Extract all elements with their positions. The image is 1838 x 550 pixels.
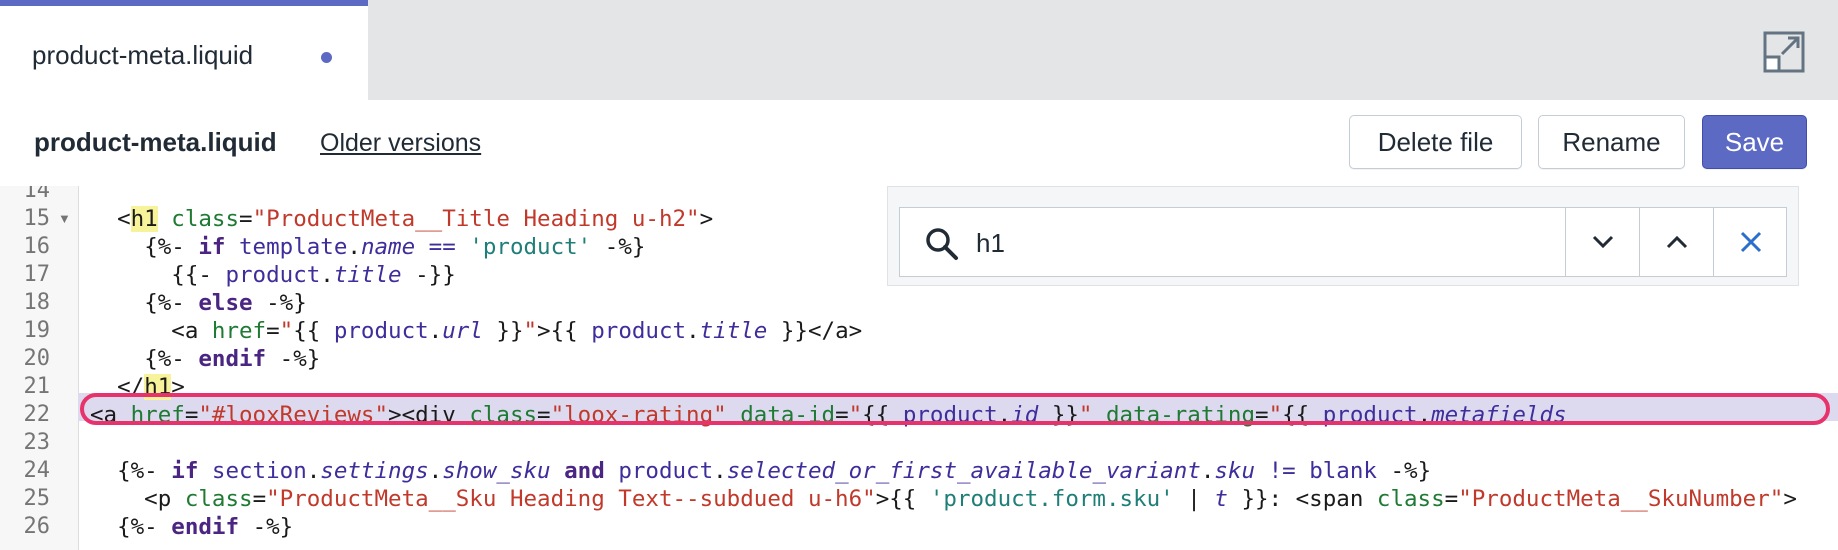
line-number: 15 — [23, 206, 51, 231]
line-number: 16 — [23, 234, 51, 259]
line-number: 23 — [23, 430, 51, 455]
rename-button[interactable]: Rename — [1538, 115, 1685, 169]
search-box — [899, 207, 1787, 277]
fold-arrow-icon[interactable]: ▼ — [58, 205, 71, 233]
line-number: 22 — [23, 402, 51, 427]
older-versions-link[interactable]: Older versions — [320, 129, 481, 158]
file-header: product-meta.liquid Older versions Delet… — [0, 100, 1838, 187]
close-search-button[interactable] — [1713, 208, 1788, 276]
line-number: 14 — [23, 186, 51, 203]
close-icon — [1740, 231, 1762, 253]
tab-label: product-meta.liquid — [32, 40, 254, 70]
line-number: 25 — [23, 486, 51, 511]
save-button[interactable]: Save — [1702, 115, 1807, 169]
line-number: 20 — [23, 346, 51, 371]
line-number: 19 — [23, 318, 51, 343]
tab-bar: product-meta.liquid — [0, 0, 1838, 100]
chevron-up-icon — [1666, 235, 1687, 249]
expand-icon[interactable] — [1762, 30, 1806, 74]
delete-file-button[interactable]: Delete file — [1349, 115, 1522, 169]
search-input[interactable] — [974, 218, 1448, 268]
search-panel — [887, 186, 1799, 286]
annotation-highlight-ring — [80, 393, 1830, 425]
next-match-button[interactable] — [1565, 208, 1639, 276]
line-number: 26 — [23, 514, 51, 539]
file-title: product-meta.liquid — [34, 127, 277, 157]
line-number: 21 — [23, 374, 51, 399]
line-number: 24 — [23, 458, 51, 483]
tab-product-meta[interactable]: product-meta.liquid — [0, 0, 368, 100]
line-gutter: 14 15 ▼ 16 17 18 19 20 21 22 23 24 25 26 — [0, 186, 79, 550]
search-icon — [924, 226, 960, 262]
chevron-down-icon — [1592, 235, 1613, 249]
line-number: 18 — [23, 290, 51, 315]
line-number: 17 — [23, 262, 51, 287]
previous-match-button[interactable] — [1639, 208, 1713, 276]
unsaved-dot-icon — [321, 52, 332, 63]
